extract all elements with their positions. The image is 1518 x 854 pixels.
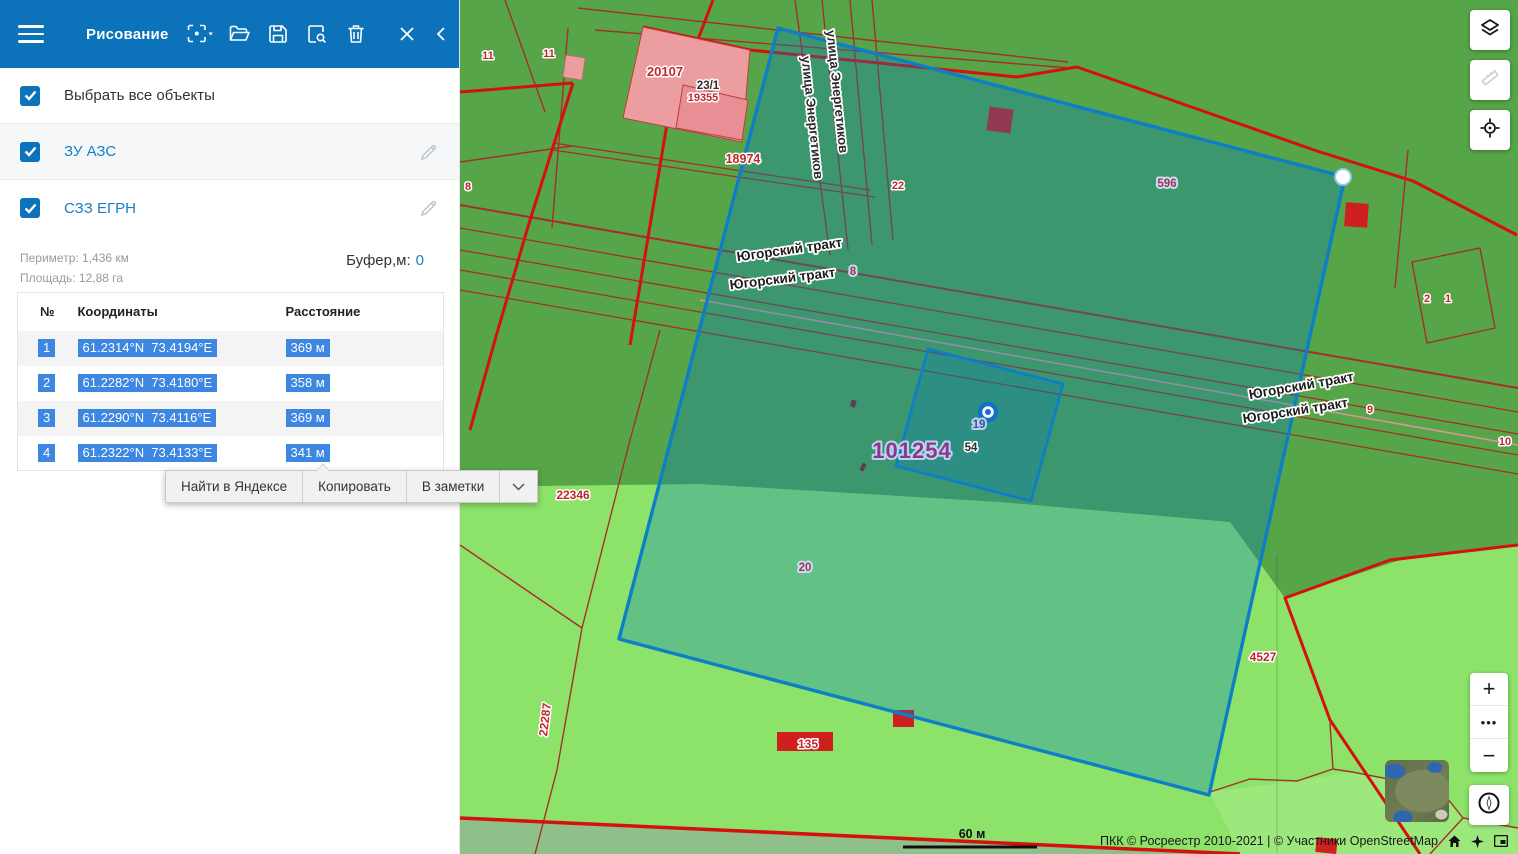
layer-checkbox[interactable] [20,142,40,162]
col-header-number: № [18,293,76,331]
col-header-coordinates: Координаты [76,293,284,331]
app-window: 11112010723/119355189748225968Югорский т… [0,0,1518,854]
minimap-toggle[interactable] [1385,760,1449,822]
map-label: 54 [965,442,978,454]
map-label: 135 [798,737,818,751]
zoom-more-button[interactable]: ••• [1470,706,1508,739]
map-label: 19 [973,419,986,431]
panel-toolbar [185,19,449,49]
select-all-label: Выбрать все объекты [64,87,215,104]
map-label: 19355 [688,92,719,104]
menu-item-notes[interactable]: В заметки [407,471,500,502]
delete-button[interactable] [341,19,371,49]
center-point-marker[interactable] [980,404,996,420]
search-drawing-button[interactable] [302,19,332,49]
menu-icon[interactable] [18,25,44,43]
vertex-coordinates: 61.2282°N 73.4180°E [78,374,218,392]
map-label: 9 [1367,404,1373,416]
panel-header: Рисование [0,0,459,68]
map-label: 18974 [726,152,761,166]
vertex-number: 4 [38,444,55,462]
layer-row-szz-egrn[interactable]: СЗЗ ЕГРН [0,180,459,236]
save-button[interactable] [263,19,293,49]
vertex-number: 2 [38,374,55,392]
attribution-text: ПКК © Росреестр 2010-2021 | © Участники … [1100,834,1438,848]
measure-button[interactable] [1470,60,1510,100]
vertex-number: 1 [38,339,55,357]
measurement-stats: Периметр: 1,436 км Площадь: 12,88 га Буф… [0,236,459,290]
vertex-marker[interactable] [1335,169,1351,185]
table-row[interactable]: 1 61.2314°N 73.4194°E 369 м [18,331,444,366]
map-label: 22346 [556,488,590,502]
edit-pencil-icon[interactable] [419,198,439,218]
selection-context-menu: Найти в Яндексе Копировать В заметки [165,470,538,503]
fullscreen-icon[interactable] [1494,835,1508,847]
vertex-number: 3 [38,409,55,427]
coordinates-table: № Координаты Расстояние 1 61.2314°N 73.41… [17,292,444,471]
map-label: 8 [850,266,857,278]
segment-distance: 369 м [286,339,330,357]
layer-checkbox[interactable] [20,198,40,218]
screenshot-area-button[interactable] [185,19,215,49]
map-label: 11 [482,50,494,62]
segment-distance: 369 м [286,409,330,427]
zoom-in-button[interactable]: + [1470,673,1508,706]
area-value: Площадь: 12,88 га [20,268,424,288]
center-map-icon[interactable] [1471,835,1484,848]
map-label: 2 [1424,293,1430,305]
panel-title: Рисование [86,26,169,43]
vertex-coordinates: 61.2322°N 73.4133°E [78,444,218,462]
crosshair-icon [1479,117,1501,144]
ruler-icon [1479,67,1501,94]
coords-table-body: 1 61.2314°N 73.4194°E 369 м 2 61.2282°N 73.4… [18,331,444,471]
map-label: 22 [892,180,904,192]
map-label: 20 [799,562,812,574]
compass-button[interactable] [1469,785,1509,825]
close-panel-icon[interactable] [392,19,422,49]
map-label: 8 [465,181,471,193]
map-label: 11 [543,48,555,60]
menu-item-copy[interactable]: Копировать [303,471,407,502]
vertex-coordinates: 61.2314°N 73.4194°E [78,339,218,357]
map-label: 1 [1445,293,1451,305]
map-label: 20107 [647,64,683,79]
edit-pencil-icon[interactable] [419,142,439,162]
table-row[interactable]: 3 61.2290°N 73.4116°E 369 м [18,401,444,436]
layers-icon [1479,17,1501,44]
map-label: 23/1 [697,80,720,92]
locate-object-button[interactable] [1470,110,1510,150]
segment-distance: 341 м [286,444,330,462]
menu-more-chevron[interactable] [500,471,537,502]
layers-button[interactable] [1470,10,1510,50]
collapse-panel-icon[interactable] [433,19,449,49]
compass-icon [1476,790,1502,821]
drawing-panel: Рисование [0,0,460,854]
attribution-bar: ПКК © Росреестр 2010-2021 | © Участники … [1100,834,1508,848]
buffer-value[interactable]: 0 [416,252,424,269]
home-icon[interactable] [1448,835,1461,848]
layer-label[interactable]: СЗЗ ЕГРН [64,200,136,217]
layer-label[interactable]: ЗУ АЗС [64,143,116,160]
map-label: 60 м [959,827,986,841]
layer-row-zu-azs[interactable]: ЗУ АЗС [0,124,459,180]
table-header-row: № Координаты Расстояние [18,293,444,331]
select-all-checkbox[interactable] [20,86,40,106]
map-label: 10 [1499,436,1511,448]
open-folder-button[interactable] [224,19,254,49]
vertex-coordinates: 61.2290°N 73.4116°E [78,409,217,427]
zoom-controls: + ••• − [1470,673,1508,772]
menu-item-yandex-search[interactable]: Найти в Яндексе [166,471,303,502]
map-label: 596 [1157,178,1176,190]
table-row[interactable]: 4 61.2322°N 73.4133°E 341 м [18,436,444,471]
segment-distance: 358 м [286,374,330,392]
col-header-distance: Расстояние [284,293,444,331]
map-label: 4527 [1250,650,1277,664]
table-row[interactable]: 2 61.2282°N 73.4180°E 358 м [18,366,444,401]
map-label: 101254 [872,438,951,463]
select-all-row[interactable]: Выбрать все объекты [0,68,459,124]
buffer-label: Буфер,м: [346,252,411,269]
zoom-out-button[interactable]: − [1470,739,1508,772]
buffer-control: Буфер,м: 0 [346,252,424,269]
